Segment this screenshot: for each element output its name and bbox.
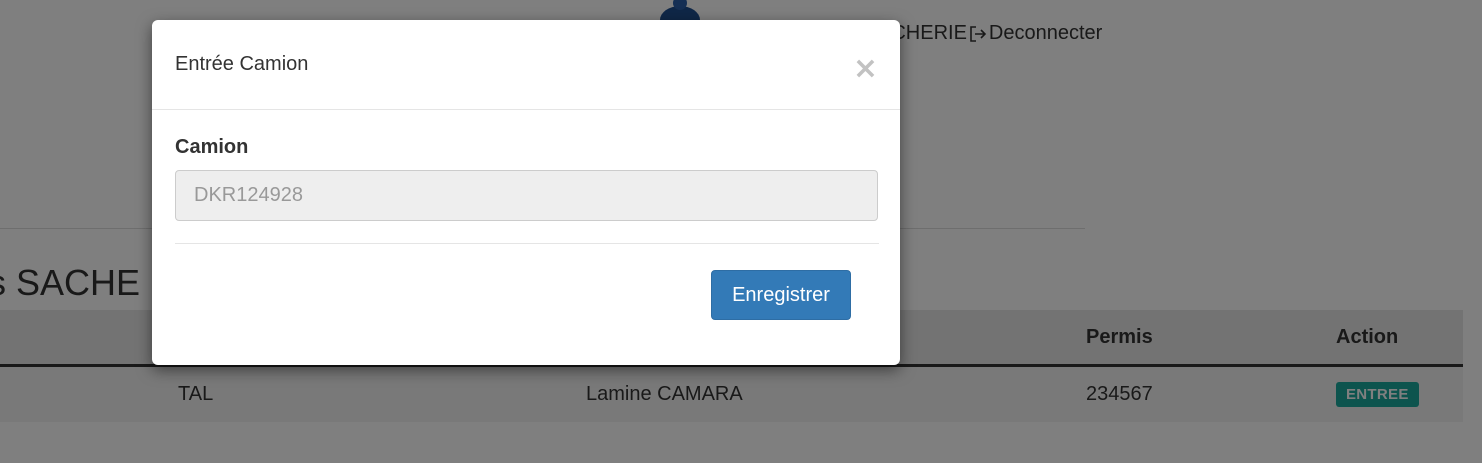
modal-footer-divider [175,243,879,244]
camion-input[interactable] [175,170,878,221]
entree-camion-modal: Entrée Camion × Camion Enregistrer [152,20,900,365]
save-button[interactable]: Enregistrer [711,270,851,320]
modal-header: Entrée Camion × [152,20,900,110]
modal-title: Entrée Camion [175,53,309,75]
close-icon[interactable]: × [853,54,878,84]
camion-label: Camion [175,136,249,158]
app-page: ACHERIE Deconnecter ns SACHE Permis Acti… [0,0,1482,463]
